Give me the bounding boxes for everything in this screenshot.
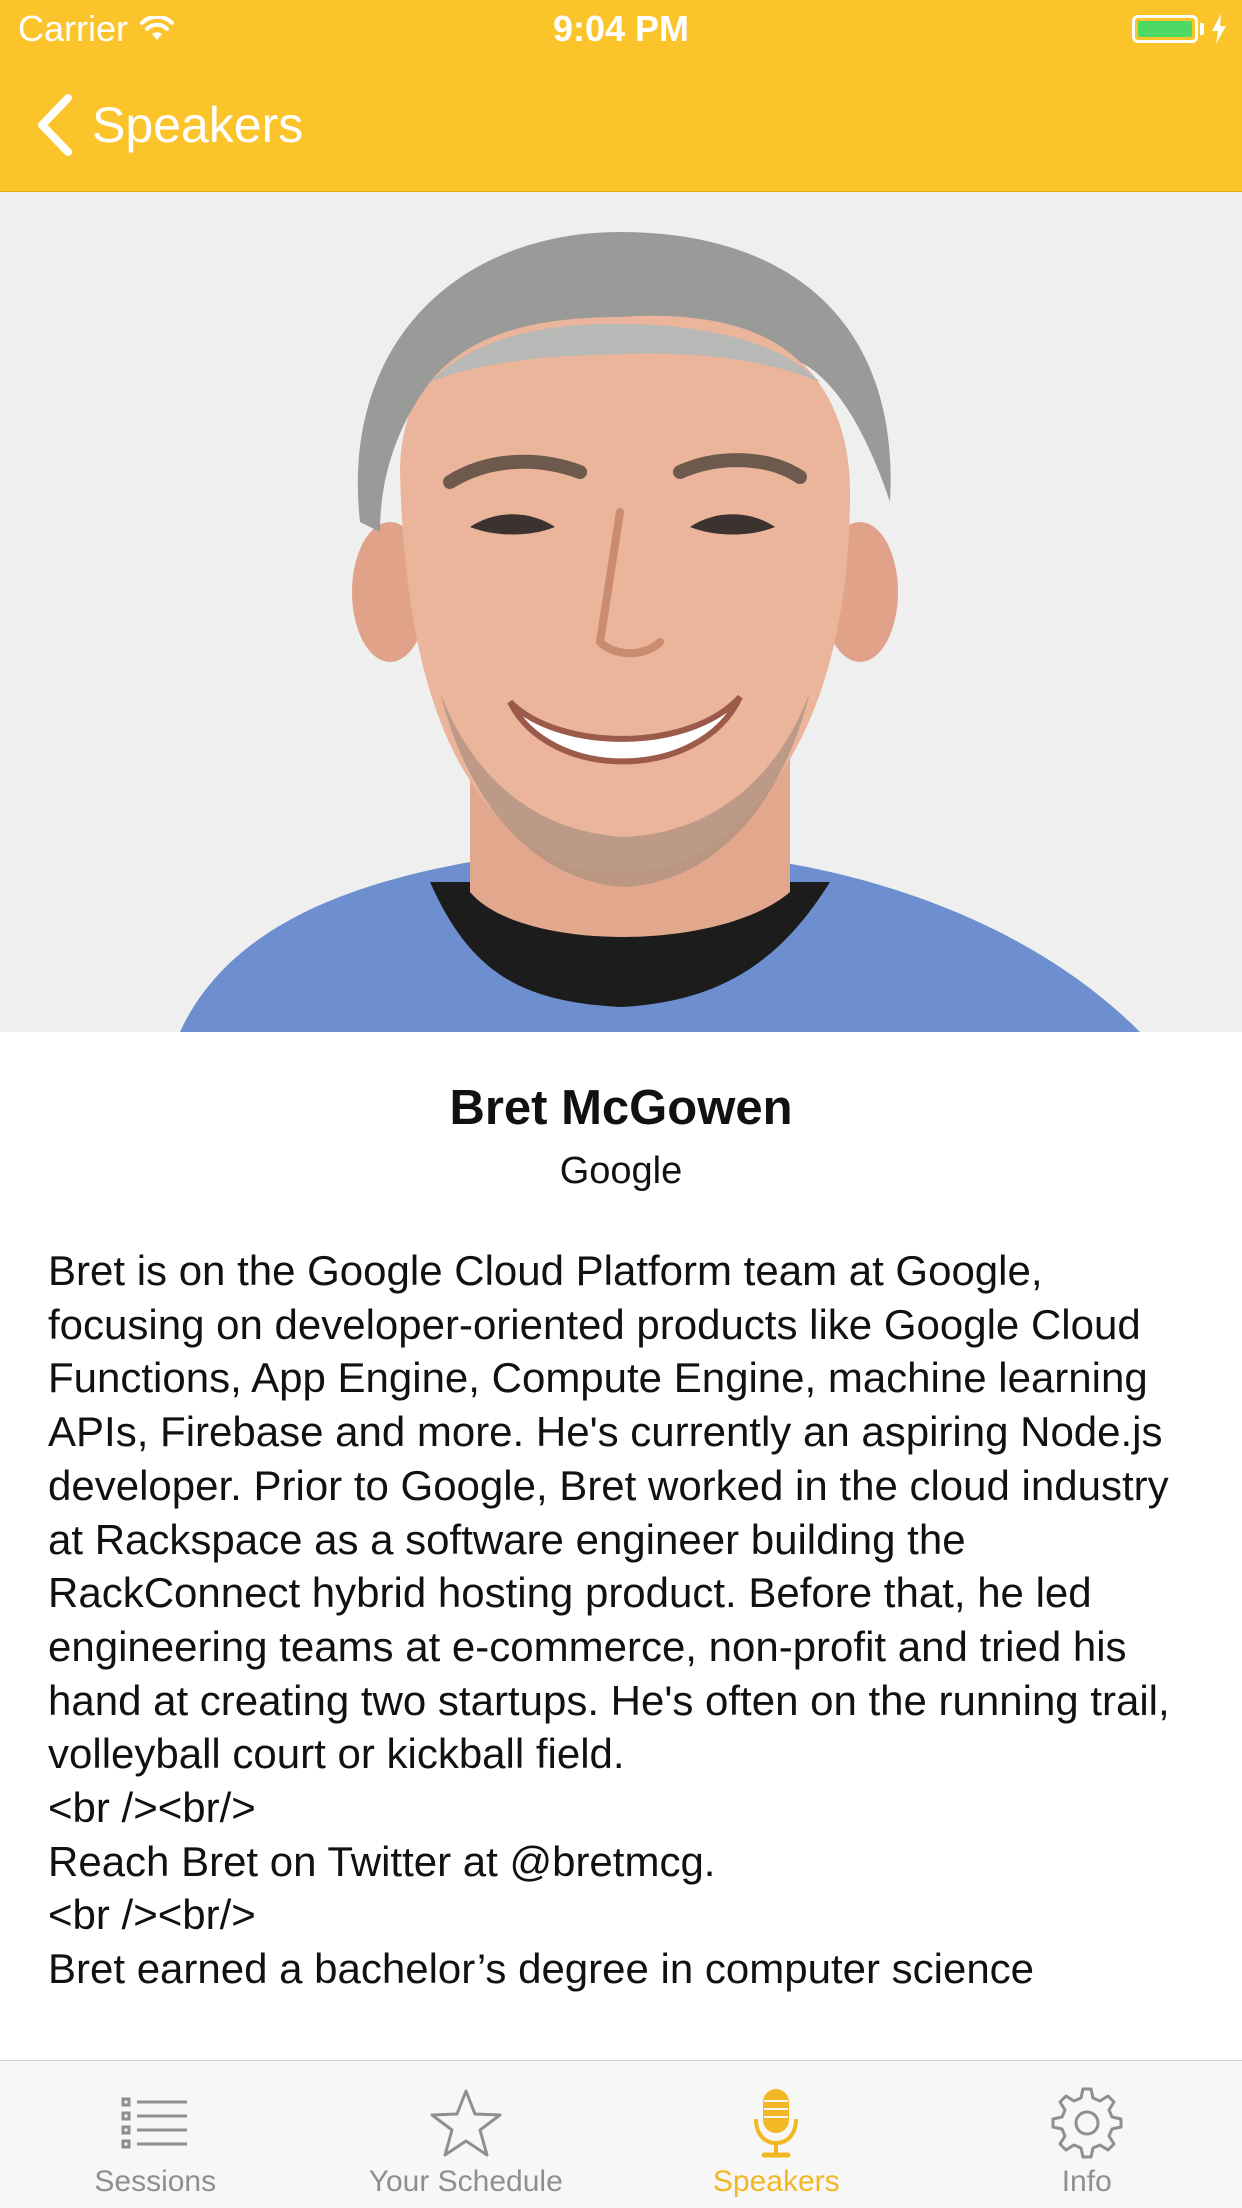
tab-label: Your Schedule bbox=[368, 2165, 563, 2198]
battery-icon bbox=[1132, 15, 1198, 43]
gear-icon bbox=[1051, 2087, 1123, 2159]
charging-bolt-icon bbox=[1212, 14, 1226, 44]
back-button[interactable]: Speakers bbox=[34, 94, 303, 156]
speaker-bio: Bret is on the Google Cloud Platform tea… bbox=[48, 1247, 1170, 1993]
navigation-bar: Speakers bbox=[0, 60, 1242, 192]
star-icon bbox=[430, 2089, 502, 2157]
tab-speakers[interactable]: Speakers bbox=[621, 2061, 932, 2208]
speaker-company: Google bbox=[559, 1150, 683, 1192]
status-bar: Carrier 9:04 PM bbox=[0, 0, 1242, 60]
tab-bar: Sessions Your Schedule Speakers Info bbox=[0, 2060, 1242, 2208]
status-time: 9:04 PM bbox=[552, 8, 690, 49]
battery-level bbox=[1138, 21, 1192, 37]
list-icon bbox=[121, 2097, 188, 2149]
tab-label: Info bbox=[1061, 2165, 1112, 2198]
back-button-label: Speakers bbox=[92, 97, 304, 153]
microphone-icon bbox=[754, 2089, 799, 2158]
chevron-left-icon bbox=[38, 94, 72, 156]
battery-tip bbox=[1200, 23, 1204, 35]
tab-info[interactable]: Info bbox=[932, 2061, 1242, 2208]
battery-indicator bbox=[1132, 14, 1228, 44]
speaker-name: Bret McGowen bbox=[449, 1081, 793, 1135]
tab-sessions[interactable]: Sessions bbox=[0, 2061, 311, 2208]
tab-label: Sessions bbox=[94, 2165, 217, 2198]
tab-your-schedule[interactable]: Your Schedule bbox=[311, 2061, 622, 2208]
speaker-photo bbox=[0, 192, 1242, 1032]
tab-label: Speakers bbox=[712, 2165, 840, 2198]
speaker-portrait-image bbox=[0, 192, 1242, 1032]
